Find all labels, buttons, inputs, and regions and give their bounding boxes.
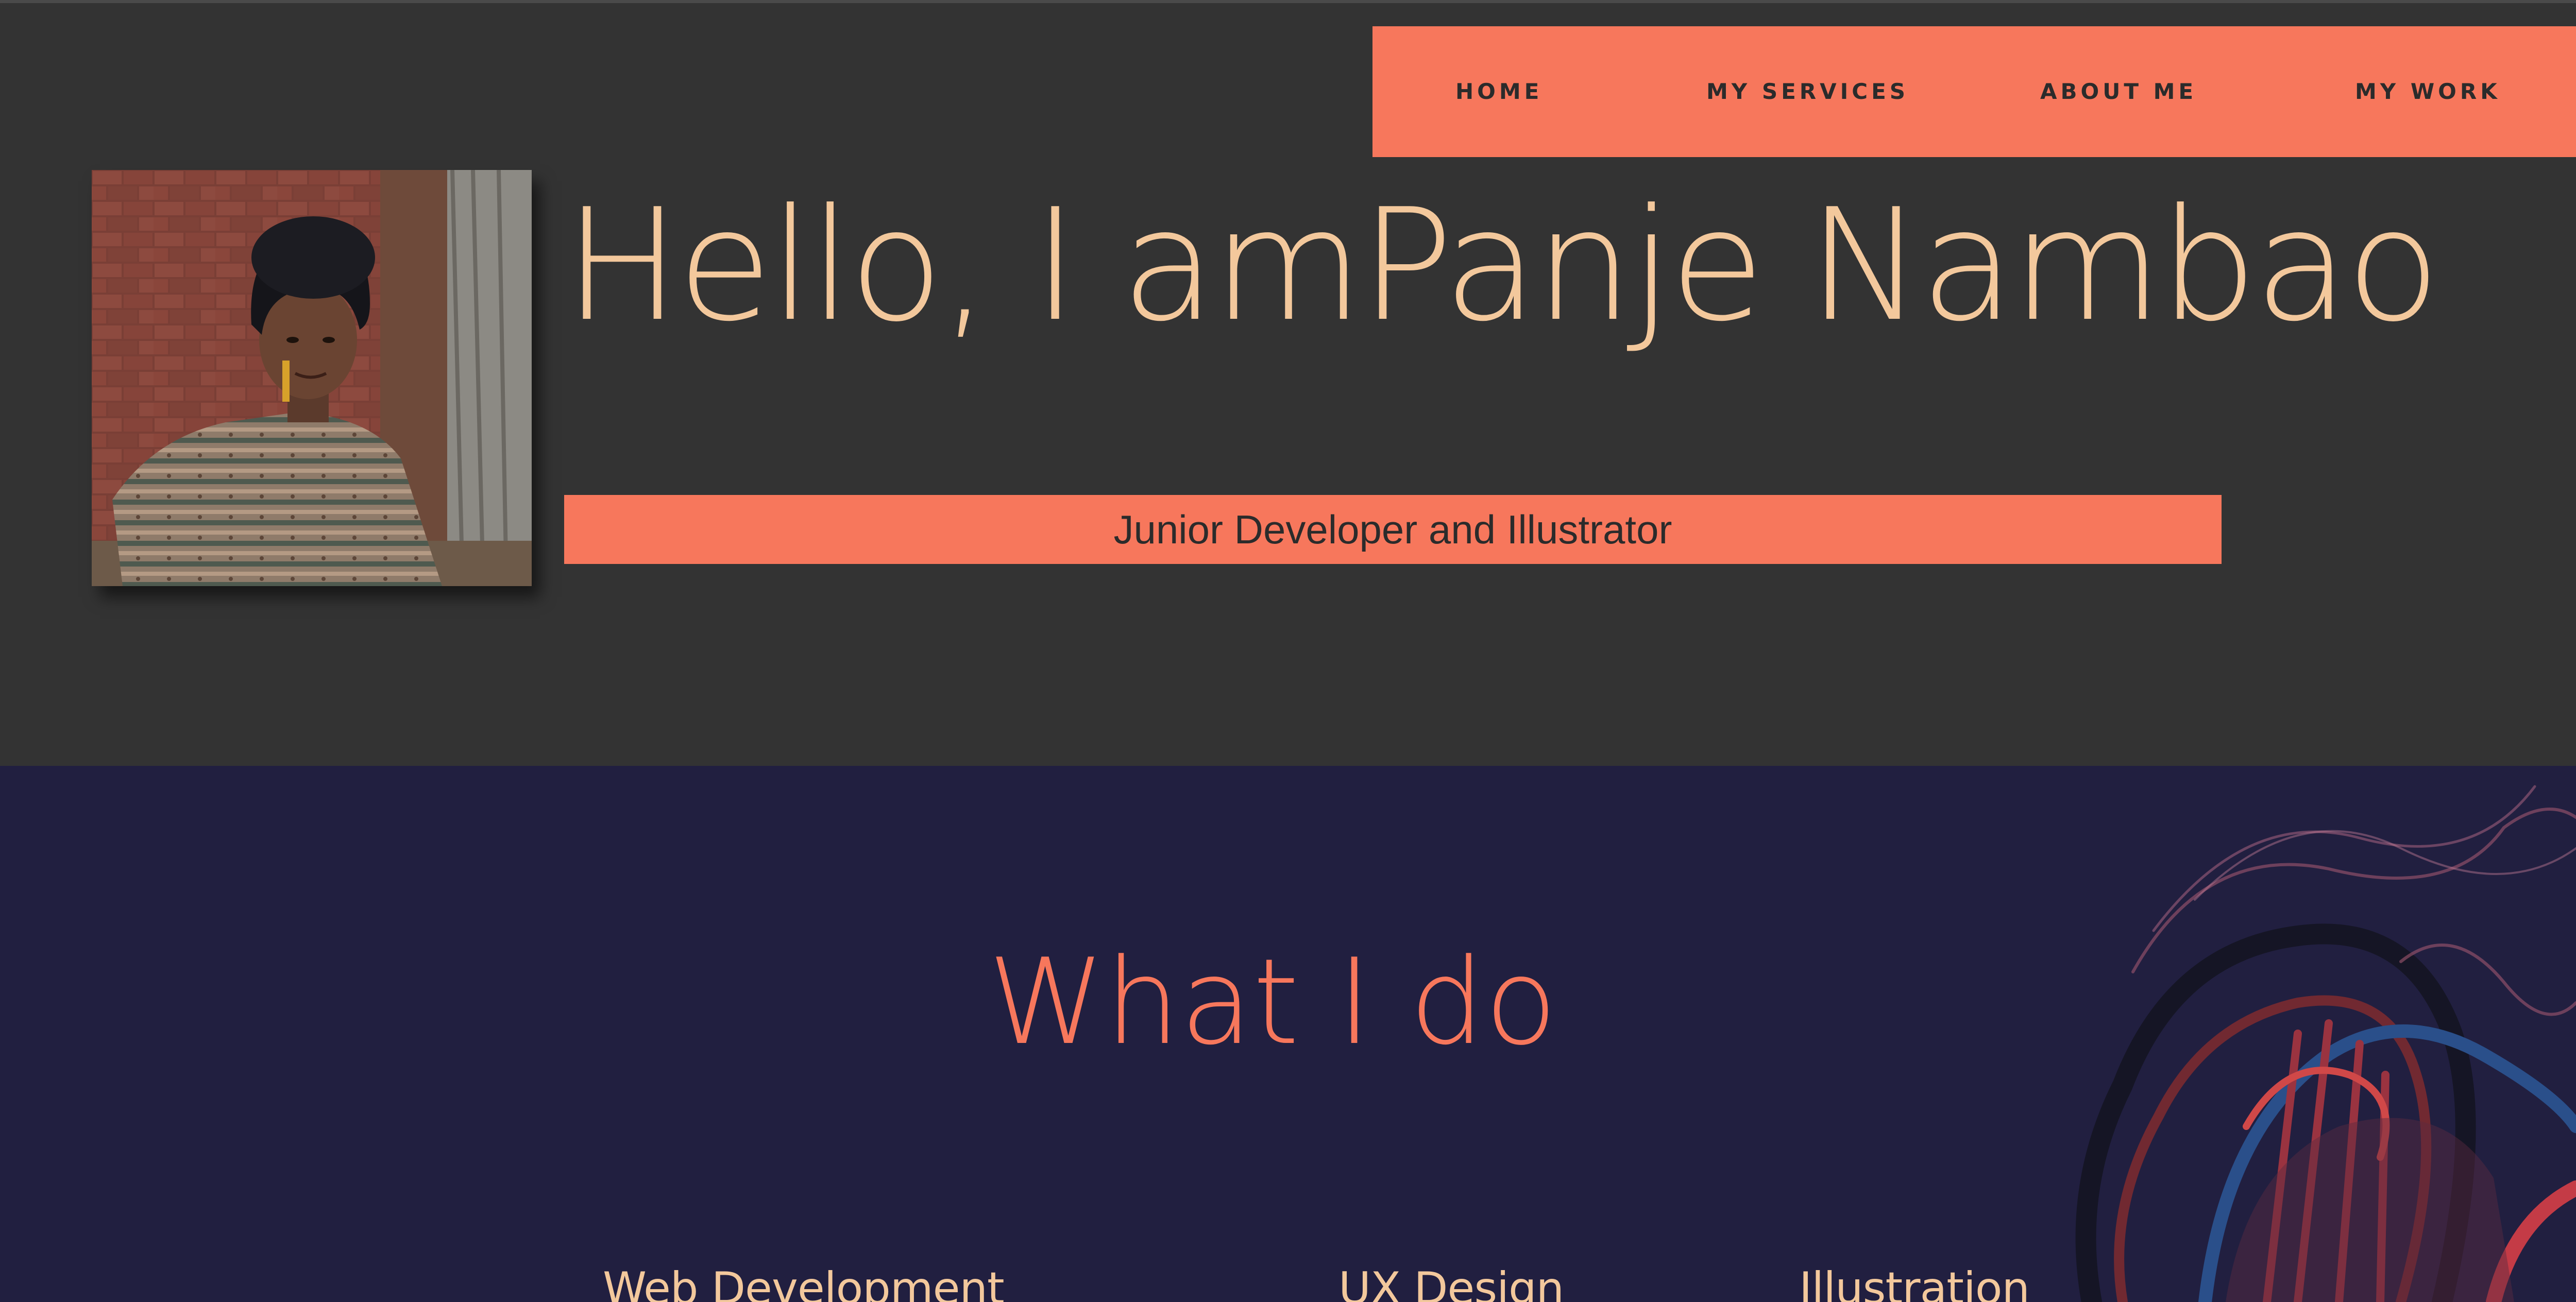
services-heading: What I do [988,934,1557,1071]
main-navigation: HOME MY SERVICES ABOUT ME MY WORK [1372,26,2576,157]
service-illustration: Illustration [1799,1263,2030,1302]
hero-subtitle: Junior Developer and Illustrator [564,495,2222,564]
service-ux-design: UX Design [1338,1263,1564,1302]
nav-item-my-services[interactable]: MY SERVICES [1706,26,1909,157]
hero-greeting: Hello, I amPanje Nambao [564,176,2441,355]
hero-section: HOME MY SERVICES ABOUT ME MY WORK Hello,… [0,3,2576,766]
services-section: What I do Web Development UX Design Illu… [0,766,2576,1302]
nav-item-my-work[interactable]: MY WORK [2355,26,2501,157]
nav-item-home[interactable]: HOME [1455,26,1543,157]
service-web-development: Web Development [603,1263,1005,1302]
nav-item-about-me[interactable]: ABOUT ME [2040,26,2197,157]
profile-photo [92,170,532,586]
portrait-photo-icon [92,170,532,586]
